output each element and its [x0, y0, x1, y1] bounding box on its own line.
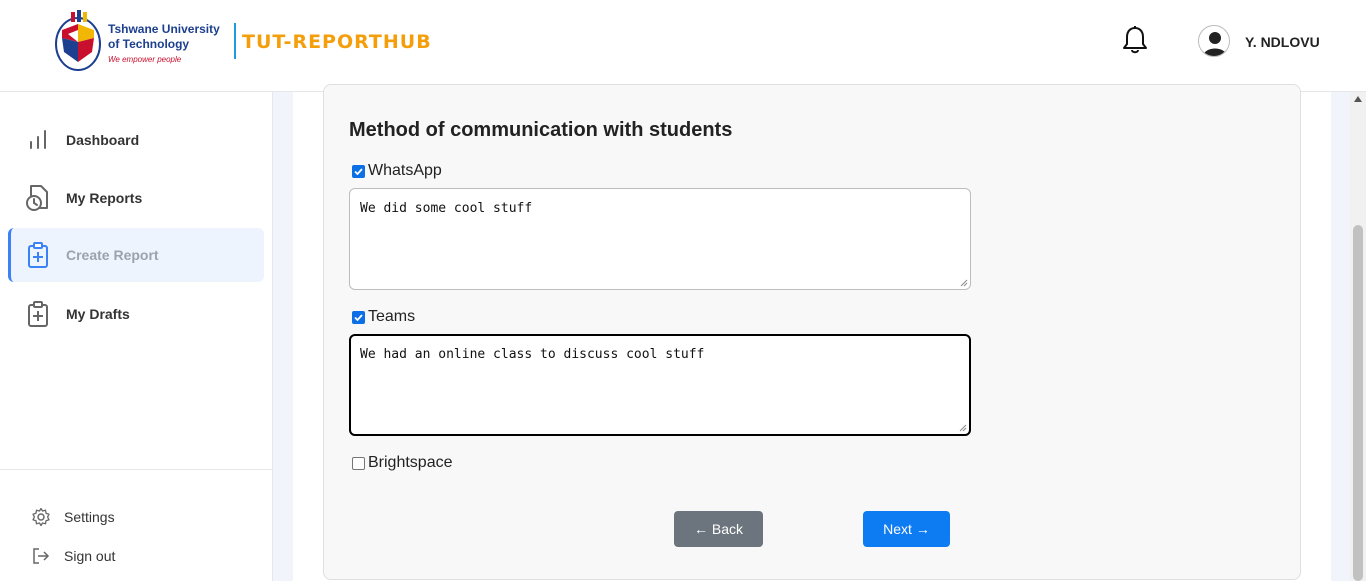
logo-title-line2: of Technology — [108, 37, 190, 51]
report-form-card: Method of communication with students Wh… — [323, 84, 1301, 580]
back-button[interactable]: ← Back — [674, 511, 763, 547]
clipboard-plus-icon — [24, 241, 52, 269]
checkbox-label: Teams — [368, 308, 416, 325]
next-button[interactable]: Next → — [863, 511, 950, 547]
textarea-value: We had an online class to discuss cool s… — [360, 347, 705, 362]
sidebar-item-my-drafts[interactable]: My Drafts — [8, 287, 264, 341]
checkbox-unchecked[interactable] — [352, 456, 365, 470]
sidebar: Dashboard My Reports Create Report My Dr… — [0, 92, 273, 581]
bell-icon[interactable] — [1120, 24, 1150, 56]
user-avatar-icon — [1203, 32, 1227, 56]
scrollbar-thumb[interactable] — [1353, 225, 1363, 581]
sidebar-item-label: Dashboard — [66, 132, 140, 148]
avatar[interactable] — [1198, 25, 1230, 57]
logo-title-line1: Tshwane University — [108, 22, 220, 36]
settings-label: Settings — [64, 509, 115, 525]
main-content: Method of communication with students Wh… — [273, 84, 1350, 581]
checkbox-checked[interactable] — [352, 310, 365, 324]
sign-out-label: Sign out — [64, 548, 116, 564]
sidebar-divider — [0, 469, 272, 470]
clock-document-icon — [24, 184, 52, 212]
whatsapp-textarea[interactable]: We did some cool stuff — [349, 188, 971, 290]
app-name: TUT-REPORTHUB — [242, 31, 432, 53]
section-title: Method of communication with students — [349, 119, 733, 141]
teams-textarea[interactable]: We had an online class to discuss cool s… — [349, 334, 971, 436]
sidebar-item-dashboard[interactable]: Dashboard — [8, 113, 264, 167]
user-name[interactable]: Y. NDLOVU — [1245, 34, 1320, 50]
clipboard-plus-icon — [24, 300, 52, 328]
scroll-up-arrow-icon[interactable] — [1354, 96, 1362, 102]
whatsapp-checkbox[interactable]: WhatsApp — [352, 162, 442, 180]
logo-tagline: We empower people — [108, 55, 182, 64]
content-panel: Method of communication with students Wh… — [293, 84, 1331, 581]
checkbox-label: Brightspace — [368, 454, 453, 471]
header-divider — [234, 23, 236, 59]
top-header: Tshwane University of Technology We empo… — [0, 0, 1366, 92]
bar-chart-icon — [24, 126, 52, 154]
university-logo[interactable]: Tshwane University of Technology We empo… — [54, 8, 220, 72]
sign-out-icon — [30, 545, 52, 567]
teams-checkbox[interactable]: Teams — [352, 308, 415, 326]
resize-handle-icon[interactable] — [959, 424, 967, 432]
checkbox-checked[interactable] — [352, 164, 365, 178]
page-scrollbar[interactable] — [1350, 92, 1366, 581]
sidebar-item-my-reports[interactable]: My Reports — [8, 171, 264, 225]
settings-link[interactable]: Settings — [30, 506, 115, 528]
sidebar-item-create-report[interactable]: Create Report — [8, 228, 264, 282]
resize-handle-icon[interactable] — [960, 279, 968, 287]
sidebar-item-label: Create Report — [66, 247, 159, 263]
brightspace-checkbox[interactable]: Brightspace — [352, 454, 453, 472]
sidebar-item-label: My Drafts — [66, 306, 130, 322]
checkbox-label: WhatsApp — [368, 162, 442, 179]
sidebar-item-label: My Reports — [66, 190, 143, 206]
gear-icon — [30, 506, 52, 528]
tut-emblem-icon — [55, 10, 101, 71]
sign-out-link[interactable]: Sign out — [30, 545, 115, 567]
textarea-value: We did some cool stuff — [360, 201, 533, 216]
